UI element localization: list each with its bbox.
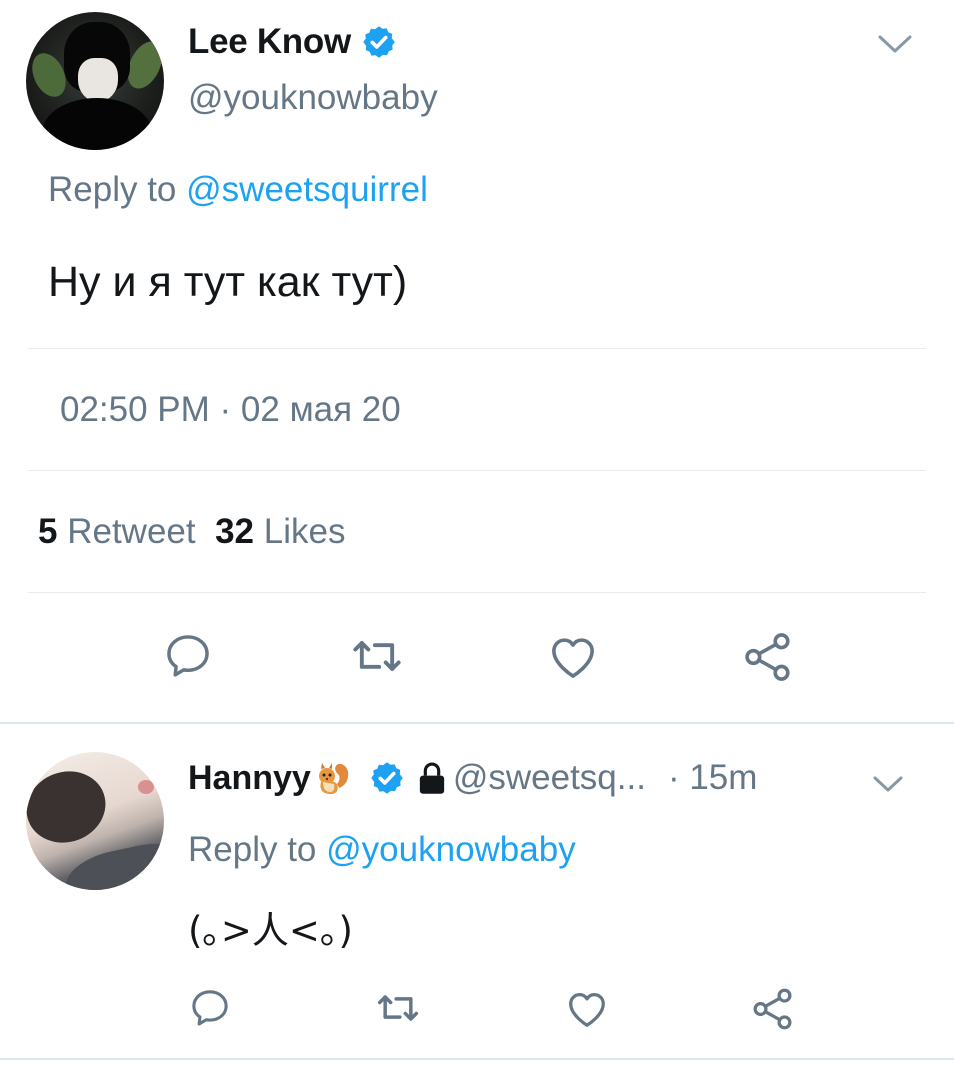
tweet-text: Ну и я тут как тут): [48, 258, 408, 306]
avatar-face: [78, 58, 118, 102]
retweet-count: 5: [38, 512, 58, 551]
avatar-detail: [138, 780, 154, 794]
author-row: Lee Know: [188, 22, 397, 62]
divider: [28, 592, 926, 593]
chevron-down-icon[interactable]: [874, 28, 916, 60]
comment-icon[interactable]: [188, 986, 232, 1030]
author-handle[interactable]: @youknowbaby: [188, 78, 438, 118]
reply-author-name[interactable]: Hannyy: [188, 759, 311, 798]
divider: [28, 348, 926, 349]
reply-author-handle[interactable]: @sweetsq...: [453, 758, 646, 798]
comment-icon[interactable]: [162, 630, 214, 682]
reply-prefix: Reply to: [188, 830, 317, 869]
reply-to-link[interactable]: @sweetsquirrel: [186, 170, 428, 209]
retweet-icon[interactable]: [372, 986, 424, 1030]
share-icon[interactable]: [740, 630, 796, 684]
like-icon[interactable]: [564, 986, 610, 1032]
reply-context: Reply to @sweetsquirrel: [48, 170, 428, 210]
avatar-body: [42, 98, 152, 150]
retweet-icon[interactable]: [346, 630, 408, 682]
avatar-hair: [26, 760, 116, 854]
like-label: Likes: [263, 512, 346, 551]
reply-context: Reply to @youknowbaby: [188, 830, 576, 870]
retweet-label: Retweet: [67, 512, 196, 551]
avatar[interactable]: [26, 12, 164, 150]
timestamp: 02:50 PM · 02 мая 20: [60, 390, 401, 429]
reply-time[interactable]: · 15m: [668, 758, 757, 798]
retweet-stat[interactable]: 5 Retweet: [38, 512, 196, 551]
avatar-body: [60, 835, 164, 890]
reply-prefix: Reply to: [48, 170, 177, 209]
verified-icon: [363, 26, 395, 58]
reply-to-link[interactable]: @youknowbaby: [326, 830, 576, 869]
reply-text: (｡>人<｡): [188, 909, 353, 952]
section-divider: [0, 1058, 954, 1060]
chevron-down-icon[interactable]: [870, 770, 906, 798]
avatar[interactable]: [26, 752, 164, 890]
verified-icon: [371, 762, 403, 794]
engagement-stats: 5 Retweet 32 Likes: [38, 512, 345, 552]
like-count: 32: [215, 512, 254, 551]
tweet-thread: Lee Know @youknowbaby Reply to @sweetsqu…: [0, 0, 954, 1080]
section-divider: [0, 722, 954, 724]
like-icon[interactable]: [544, 630, 602, 684]
lock-icon: [419, 762, 444, 794]
share-icon[interactable]: [750, 986, 796, 1032]
squirrel-emoji-icon: [318, 763, 349, 794]
reply-author-row: Hannyy @sweetsq... · 15m: [188, 758, 757, 798]
like-stat[interactable]: 32 Likes: [215, 512, 345, 551]
divider: [28, 470, 926, 471]
author-name[interactable]: Lee Know: [188, 22, 351, 62]
